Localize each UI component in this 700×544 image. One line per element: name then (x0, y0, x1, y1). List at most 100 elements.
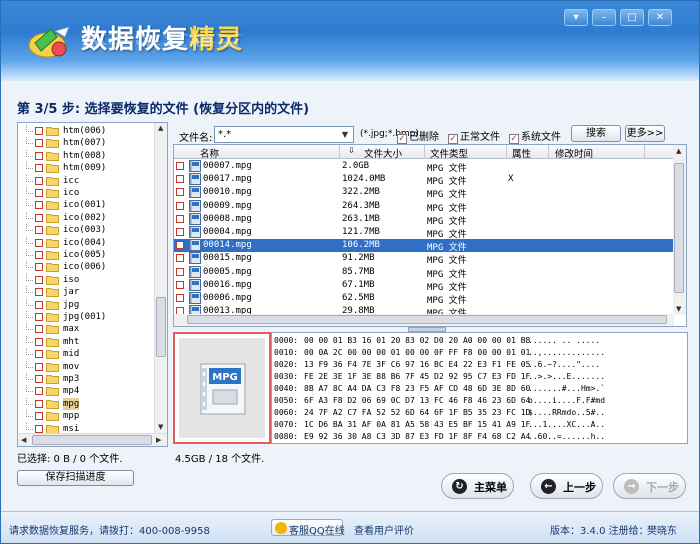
tree-item-checkbox[interactable] (35, 300, 43, 309)
col-attr[interactable]: 属性 (512, 146, 531, 160)
tree-item-checkbox[interactable] (35, 263, 43, 272)
tree-item-checkbox[interactable] (35, 189, 43, 197)
file-type-tree[interactable]: htm(006) htm(007) htm(008) htm(009) icc ico ic… (17, 122, 168, 447)
tree-item-checkbox[interactable] (35, 176, 43, 185)
tree-item[interactable]: jar (18, 286, 155, 299)
tree-item[interactable]: mov (18, 360, 155, 374)
qq-online-button[interactable]: 客服QQ在线 (271, 519, 345, 537)
tree-item[interactable]: mid (18, 348, 155, 361)
file-row[interactable]: 00010.mpg 322.2MB MPG 文件 (174, 186, 674, 200)
file-list-vertical-scrollbar[interactable]: ▲ ▼ (673, 145, 686, 315)
tree-item-checkbox[interactable] (35, 251, 43, 259)
tree-item[interactable]: htm(007) (18, 137, 155, 150)
tree-item[interactable]: ico (18, 187, 155, 200)
tree-scroll-thumb[interactable] (156, 297, 166, 357)
file-row[interactable]: 00016.mpg 67.1MB MPG 文件 (174, 278, 674, 293)
tree-item-checkbox[interactable] (35, 387, 43, 396)
tree-item[interactable]: htm(009) (18, 162, 155, 175)
normal-file-checkbox[interactable]: ✓ 正常文件 (448, 128, 500, 144)
tree-item[interactable]: ico(004) (18, 236, 155, 250)
tree-item-checkbox[interactable] (35, 201, 43, 210)
save-scan-progress-button[interactable]: 保存扫描进度 (17, 470, 134, 486)
tree-item-checkbox[interactable] (35, 139, 43, 148)
file-row[interactable]: 00017.mpg 1024.0MB MPG 文件 X (174, 173, 674, 187)
col-size[interactable]: 文件大小 (364, 146, 402, 160)
file-row-checkbox[interactable] (176, 188, 184, 197)
tree-item-checkbox[interactable] (35, 424, 43, 433)
prev-step-button[interactable]: ← 上一步 (530, 473, 603, 499)
file-row-checkbox[interactable] (176, 175, 184, 184)
file-row[interactable]: 00005.mpg 85.7MB MPG 文件 (174, 265, 674, 280)
tree-item-checkbox[interactable] (35, 238, 43, 247)
tree-item-checkbox[interactable] (35, 325, 43, 334)
tree-item[interactable]: jpg (18, 298, 155, 312)
file-row[interactable]: 00007.mpg 2.0GB MPG 文件 (174, 160, 674, 174)
file-row-checkbox[interactable] (176, 241, 184, 250)
tree-item[interactable]: mpp (18, 410, 155, 423)
window-menu-button[interactable]: ▾ (564, 9, 588, 26)
tree-item[interactable]: mpg (18, 397, 155, 411)
tree-hscroll-thumb[interactable] (32, 435, 152, 445)
file-list-hscroll-thumb[interactable] (187, 315, 667, 324)
tree-item-checkbox[interactable] (35, 127, 43, 135)
tree-item[interactable]: ico(001) (18, 199, 155, 212)
scroll-right-icon[interactable]: ▶ (156, 436, 161, 444)
file-row[interactable]: 00015.mpg 91.2MB MPG 文件 (174, 252, 674, 266)
tree-item-checkbox[interactable] (35, 375, 43, 383)
sort-down-icon[interactable]: ⇩ (348, 146, 355, 155)
system-file-checkbox[interactable]: ✓ 系统文件 (509, 128, 561, 144)
tree-item[interactable]: ico(003) (18, 224, 155, 237)
file-list-horizontal-scrollbar[interactable] (174, 314, 674, 326)
tree-item[interactable]: mp3 (18, 373, 155, 386)
tree-item[interactable]: ico(002) (18, 211, 155, 225)
col-mtime[interactable]: 修改时间 (555, 146, 593, 160)
tree-item-checkbox[interactable] (35, 226, 43, 235)
tree-horizontal-scrollbar[interactable]: ◀ ▶ (18, 433, 167, 446)
tree-item[interactable]: htm(006) (18, 125, 155, 138)
user-reviews-link[interactable]: 查看用户评价 (354, 522, 414, 537)
chevron-down-icon[interactable]: ▼ (339, 127, 351, 142)
tree-item-checkbox[interactable] (35, 275, 43, 284)
tree-item[interactable]: jpg(001) (18, 311, 155, 324)
file-row-checkbox[interactable] (176, 162, 184, 170)
col-type[interactable]: 文件类型 (430, 146, 468, 160)
scroll-up-icon[interactable]: ▲ (158, 124, 163, 132)
next-step-button[interactable]: → 下一步 (613, 473, 686, 499)
file-row[interactable]: 00004.mpg 121.7MB MPG 文件 (174, 226, 674, 240)
tree-item[interactable]: ico(005) (18, 249, 155, 262)
tree-item[interactable]: max (18, 323, 155, 336)
tree-item-checkbox[interactable] (35, 350, 43, 359)
file-row-checkbox[interactable] (176, 280, 184, 289)
tree-item-checkbox[interactable] (35, 313, 43, 321)
tree-item-checkbox[interactable] (35, 399, 43, 408)
file-row[interactable]: 00014.mpg 106.2MB MPG 文件 (174, 239, 674, 253)
tree-item[interactable]: mp4 (18, 385, 155, 398)
scroll-down-icon[interactable]: ▼ (676, 305, 681, 313)
file-list-scroll-thumb[interactable] (674, 163, 684, 293)
window-maximize-button[interactable]: □ (620, 9, 644, 26)
file-row-checkbox[interactable] (176, 294, 184, 302)
tree-item[interactable]: mht (18, 335, 155, 349)
filename-input[interactable]: *.* (214, 126, 354, 143)
tree-item-checkbox[interactable] (35, 151, 43, 160)
tree-item-checkbox[interactable] (35, 362, 43, 371)
more-button[interactable]: 更多>> (625, 125, 665, 142)
file-row[interactable]: 00008.mpg 263.1MB MPG 文件 (174, 212, 674, 227)
scroll-down-icon[interactable]: ▼ (158, 423, 163, 431)
tree-item[interactable]: iso (18, 273, 155, 287)
col-name[interactable]: 名称 (200, 146, 219, 160)
scroll-left-icon[interactable]: ◀ (21, 436, 26, 444)
tree-item-checkbox[interactable] (35, 412, 43, 421)
tree-item-checkbox[interactable] (35, 288, 43, 297)
tree-item-checkbox[interactable] (35, 213, 43, 222)
scroll-up-icon[interactable]: ▲ (676, 147, 681, 155)
main-menu-button[interactable]: ↻ 主菜单 (441, 473, 514, 499)
file-row-checkbox[interactable] (176, 228, 184, 236)
window-minimize-button[interactable]: – (592, 9, 616, 26)
file-row-checkbox[interactable] (176, 201, 184, 210)
file-row-checkbox[interactable] (176, 254, 184, 263)
deleted-checkbox[interactable]: ✓ 已删除 (397, 128, 439, 144)
tree-item-checkbox[interactable] (35, 337, 43, 346)
window-close-button[interactable]: ✕ (648, 9, 672, 26)
file-row[interactable]: 00009.mpg 264.3MB MPG 文件 (174, 199, 674, 214)
